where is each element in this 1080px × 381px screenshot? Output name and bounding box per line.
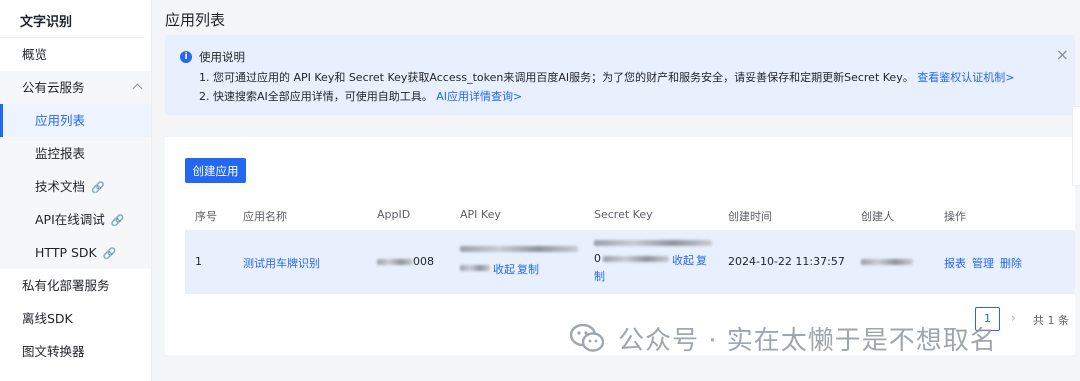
redacted-secret-key [594, 240, 712, 246]
sidebar-item-label: 应用列表 [35, 113, 86, 128]
sidebar-group-public-cloud[interactable]: 公有云服务 [0, 71, 151, 104]
total-count: 共 1 条 [1033, 314, 1069, 327]
sidebar-item-offline-sdk[interactable]: 离线SDK [0, 302, 151, 335]
sidebar-item-monitor-report[interactable]: 监控报表 [0, 137, 151, 170]
app-name-link[interactable]: 测试用车牌识别 [243, 255, 320, 271]
redacted-api-key [460, 246, 578, 252]
side-panel-tab[interactable] [1072, 106, 1080, 186]
wechat-icon [570, 324, 604, 352]
sidebar-item-label: API在线调试 [35, 212, 105, 227]
delete-action-link[interactable]: 删除 [1000, 255, 1022, 271]
sidebar: 文字识别 概览 公有云服务 应用列表 监控报表 技术文档 🔗 API在线调试 🔗 H… [0, 0, 152, 381]
sidebar-item-label: 监控报表 [35, 146, 86, 161]
page-title: 应用列表 [165, 11, 226, 29]
col-header-creator: 创建人 [861, 210, 894, 223]
sidebar-item-label: 公有云服务 [22, 80, 85, 95]
report-action-link[interactable]: 报表 [944, 255, 966, 271]
col-header-name: 应用名称 [243, 210, 287, 223]
chevron-right-icon[interactable]: › [1011, 311, 1016, 325]
redacted-secret-key [603, 256, 669, 262]
redacted-appid [377, 259, 413, 265]
usage-notice: i 使用说明 1. 您可通过应用的 API Key和 Secret Key获取A… [165, 35, 1075, 115]
link-icon: 🔗 [91, 181, 105, 194]
api-key-copy-link[interactable]: 复制 [517, 261, 539, 277]
sidebar-item-api-debug[interactable]: API在线调试 🔗 [0, 203, 151, 236]
table-header: 序号 应用名称 AppID API Key Secret Key 创建时间 创建… [185, 200, 1075, 230]
notice-line-1: 1. 您可通过应用的 API Key和 Secret Key获取Access_t… [199, 69, 1014, 85]
link-icon: 🔗 [110, 214, 125, 227]
sidebar-item-app-list[interactable]: 应用列表 [0, 104, 151, 137]
info-icon: i [180, 51, 192, 63]
app-detail-query-link[interactable]: AI应用详情查询> [436, 90, 522, 103]
sidebar-item-label: HTTP SDK [35, 245, 97, 260]
create-app-button[interactable]: 创建应用 [185, 158, 246, 183]
sidebar-item-overview[interactable]: 概览 [0, 38, 151, 71]
table-row: 1 测试用车牌识别 008 收起 复制 0 收起 复 制 2024-10-22 … [185, 230, 1075, 294]
notice-line-2-text: 2. 快速搜索AI全部应用详情，可使用自助工具。 [199, 90, 433, 103]
appid-tail: 008 [413, 255, 434, 268]
appid-cell: 008 [377, 255, 434, 268]
col-header-secret-key: Secret Key [594, 208, 653, 221]
sidebar-item-image-text-converter[interactable]: 图文转换器 [0, 335, 151, 368]
secret-key-prefix: 0 [594, 252, 601, 265]
manage-action-link[interactable]: 管理 [972, 255, 994, 271]
sidebar-item-label: 技术文档 [35, 179, 86, 194]
col-header-actions: 操作 [944, 210, 966, 223]
col-header-created-time: 创建时间 [728, 210, 772, 223]
auth-mechanism-link[interactable]: 查看鉴权认证机制> [917, 71, 1014, 84]
secret-key-copy-link-wrap[interactable]: 制 [594, 268, 605, 284]
sidebar-item-label: 私有化部署服务 [22, 278, 110, 293]
col-header-index: 序号 [195, 210, 217, 223]
api-key-collapse-link[interactable]: 收起 [493, 261, 515, 277]
sidebar-item-label: 离线SDK [22, 311, 73, 326]
watermark-text: 公众号 · 实在太懒于是不想取名 [618, 326, 997, 356]
redacted-creator [861, 259, 913, 265]
sidebar-item-label: 图文转换器 [22, 344, 85, 359]
row-index: 1 [195, 255, 202, 268]
chevron-up-icon [132, 83, 143, 94]
sidebar-item-http-sdk[interactable]: HTTP SDK 🔗 [0, 236, 151, 269]
creator-cell [861, 255, 913, 268]
secret-key-copy-link[interactable]: 复 [696, 252, 707, 268]
sidebar-item-private-deploy[interactable]: 私有化部署服务 [0, 269, 151, 302]
notice-title: 使用说明 [199, 50, 245, 64]
sidebar-item-label: 概览 [22, 47, 48, 62]
sidebar-title: 文字识别 [0, 0, 145, 38]
notice-line-1-text: 1. 您可通过应用的 API Key和 Secret Key获取Access_t… [199, 71, 914, 84]
col-header-appid: AppID [377, 208, 411, 221]
col-header-api-key: API Key [460, 208, 501, 221]
sidebar-item-tech-docs[interactable]: 技术文档 🔗 [0, 170, 151, 203]
link-icon: 🔗 [102, 247, 117, 260]
created-time: 2024-10-22 11:37:57 [728, 255, 845, 268]
notice-line-2: 2. 快速搜索AI全部应用详情，可使用自助工具。 AI应用详情查询> [199, 88, 522, 104]
secret-key-collapse-link[interactable]: 收起 [672, 252, 694, 268]
close-icon[interactable]: × [1056, 45, 1069, 64]
redacted-api-key [460, 265, 490, 271]
